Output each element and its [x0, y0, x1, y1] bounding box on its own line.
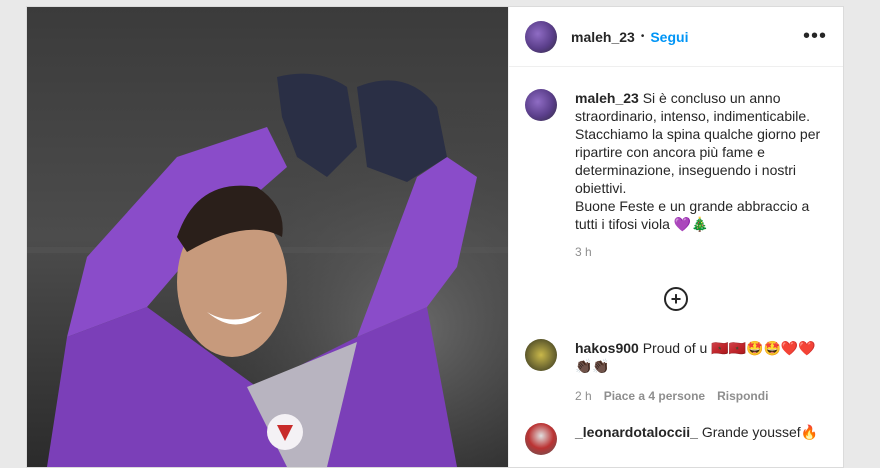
caption-text: maleh_23 Si è concluso un anno straordin…	[575, 89, 825, 233]
commenter-username[interactable]: _leonardotaloccii_	[575, 424, 698, 440]
caption: maleh_23 Si è concluso un anno straordin…	[525, 89, 827, 233]
author-username[interactable]: maleh_23	[571, 29, 635, 45]
commenter-avatar[interactable]	[525, 339, 557, 371]
post-header: maleh_23 • Segui •••	[509, 7, 843, 67]
comment-body: _leonardotaloccii_ Grande youssef🔥	[575, 423, 825, 455]
reply-button[interactable]: Rispondi	[717, 387, 768, 405]
caption-username[interactable]: maleh_23	[575, 90, 639, 106]
more-options-icon[interactable]: •••	[803, 25, 827, 48]
caption-timestamp: 3 h	[575, 245, 592, 259]
player-photo	[27, 7, 508, 467]
plus-circle-icon[interactable]: +	[664, 287, 688, 311]
comment-likes[interactable]: Piace a 4 persone	[604, 387, 705, 405]
follow-button[interactable]: Segui	[650, 29, 688, 45]
comment-body: hakos900 Proud of u 🇲🇦🇲🇦🤩🤩❤️❤️ 👏🏿👏🏿 2 h …	[575, 339, 825, 405]
post-image	[27, 7, 508, 467]
separator-dot: •	[640, 31, 645, 42]
instagram-post: maleh_23 • Segui ••• maleh_23 Si è concl…	[26, 6, 844, 468]
author-avatar[interactable]	[525, 20, 557, 53]
load-more-comments: +	[525, 287, 827, 311]
comment-item: _leonardotaloccii_ Grande youssef🔥	[525, 423, 827, 455]
caption-avatar[interactable]	[525, 89, 557, 121]
commenter-avatar[interactable]	[525, 423, 557, 455]
commenter-username[interactable]: hakos900	[575, 340, 639, 356]
caption-line-3: Buone Feste e un grande abbraccio a tutt…	[575, 198, 810, 232]
comments-area: maleh_23 Si è concluso un anno straordin…	[509, 67, 843, 455]
comment-meta: 2 h Piace a 4 persone Rispondi	[575, 387, 825, 405]
comment-item: hakos900 Proud of u 🇲🇦🇲🇦🤩🤩❤️❤️ 👏🏿👏🏿 2 h …	[525, 339, 827, 405]
comment-text: Grande youssef🔥	[701, 424, 819, 440]
caption-line-2: Stacchiamo la spina qualche giorno per r…	[575, 126, 821, 196]
comment-time: 2 h	[575, 389, 592, 403]
post-sidebar: maleh_23 • Segui ••• maleh_23 Si è concl…	[508, 7, 843, 467]
